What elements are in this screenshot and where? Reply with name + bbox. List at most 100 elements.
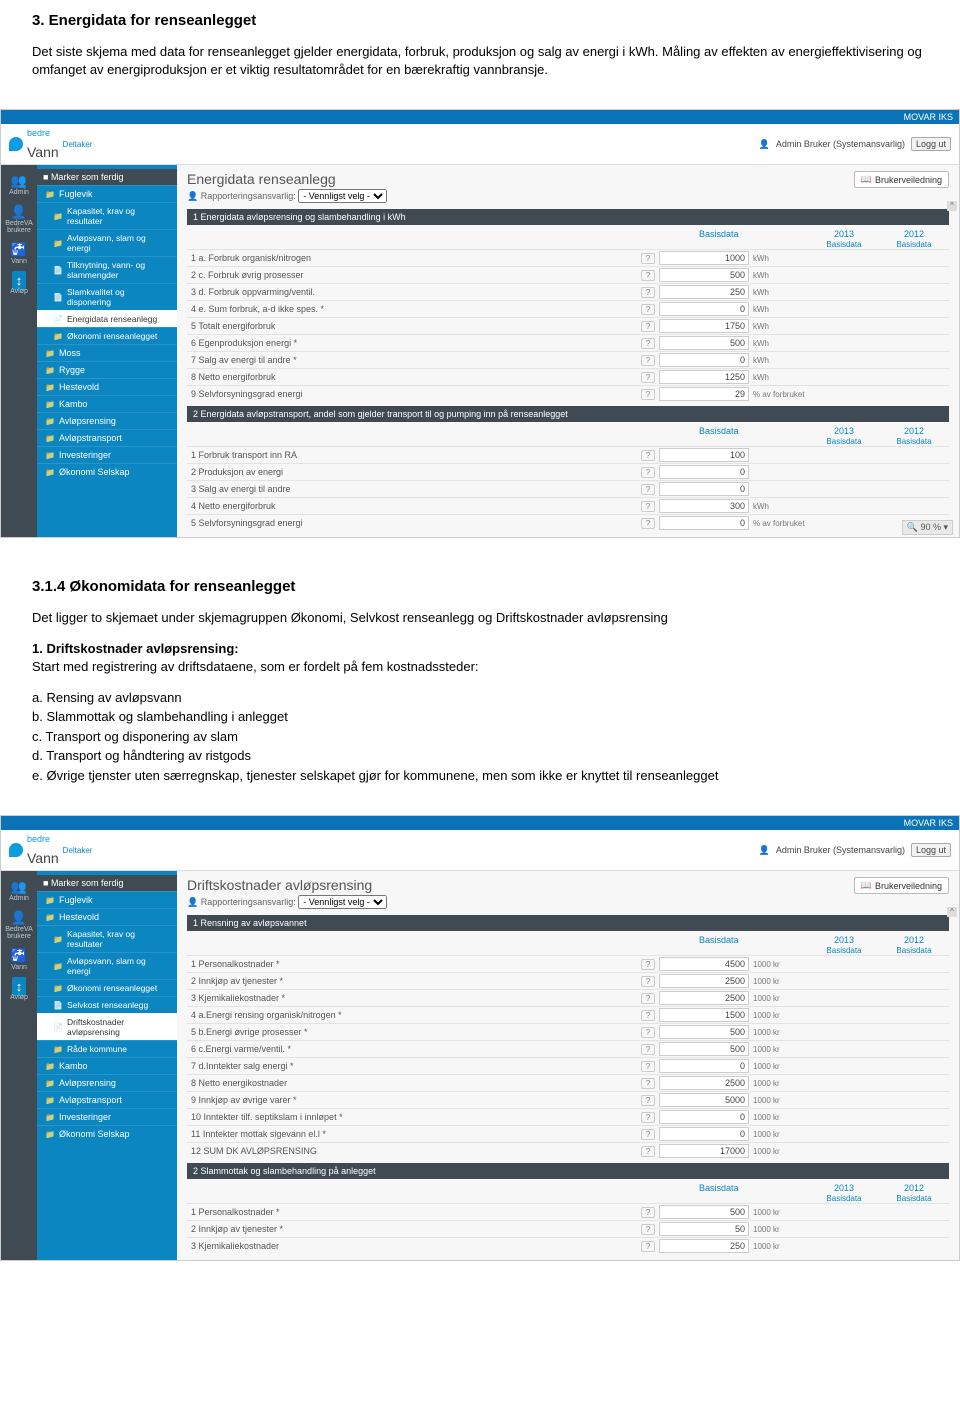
sidebar-item[interactable]: Avløpstransport (37, 429, 177, 446)
sidebar-item[interactable]: Fuglevik (37, 891, 177, 908)
help-icon[interactable]: ? (641, 976, 655, 987)
value-input[interactable]: 2500 (659, 1076, 749, 1090)
sidebar-item[interactable]: Energidata renseanlegg (37, 310, 177, 327)
help-icon[interactable]: ? (641, 1241, 655, 1252)
sidebar-item[interactable]: Avløpstransport (37, 1091, 177, 1108)
sidebar-item[interactable]: Hestevold (37, 908, 177, 925)
help-icon[interactable]: ? (641, 467, 655, 478)
scroll-up-icon[interactable]: ^ (947, 201, 957, 211)
rap-select[interactable]: - Vennligst velg - (298, 189, 387, 203)
help-icon[interactable]: ? (641, 501, 655, 512)
guide-button[interactable]: 📖 Brukerveiledning (854, 171, 949, 188)
nav-mark-done[interactable]: ■ Marker som ferdig (37, 875, 177, 891)
help-icon[interactable]: ? (641, 355, 655, 366)
value-input[interactable]: 2500 (659, 991, 749, 1005)
sidebar-item[interactable]: Slamkvalitet og disponering (37, 283, 177, 310)
logout-button[interactable]: Logg ut (911, 843, 951, 857)
users-icon[interactable]: 👤 (11, 204, 27, 219)
value-input[interactable]: 1750 (659, 319, 749, 333)
value-input[interactable]: 50 (659, 1222, 749, 1236)
help-icon[interactable]: ? (641, 518, 655, 529)
sidebar-item[interactable]: Råde kommune (37, 1040, 177, 1057)
sidebar-item[interactable]: Kapasitet, krav og resultater (37, 925, 177, 952)
help-icon[interactable]: ? (641, 1146, 655, 1157)
sidebar-item[interactable]: Avløpsvann, slam og energi (37, 952, 177, 979)
help-icon[interactable]: ? (641, 450, 655, 461)
value-input[interactable]: 300 (659, 499, 749, 513)
value-input[interactable]: 100 (659, 448, 749, 462)
help-icon[interactable]: ? (641, 1129, 655, 1140)
help-icon[interactable]: ? (641, 1095, 655, 1106)
value-input[interactable]: 0 (659, 302, 749, 316)
help-icon[interactable]: ? (641, 1224, 655, 1235)
tap-icon[interactable]: 🚰 (11, 948, 27, 963)
help-icon[interactable]: ? (641, 1078, 655, 1089)
sidebar-item[interactable]: Hestevold (37, 378, 177, 395)
scroll-up-icon[interactable]: ^ (947, 907, 957, 917)
value-input[interactable]: 500 (659, 1025, 749, 1039)
nav-mark-done[interactable]: ■ Marker som ferdig (37, 169, 177, 185)
help-icon[interactable]: ? (641, 1061, 655, 1072)
sidebar-item[interactable]: Rygge (37, 361, 177, 378)
help-icon[interactable]: ? (641, 1112, 655, 1123)
sidebar-item[interactable]: Avløpsrensing (37, 412, 177, 429)
help-icon[interactable]: ? (641, 484, 655, 495)
value-input[interactable]: 29 (659, 387, 749, 401)
sidebar-item[interactable]: Kambo (37, 395, 177, 412)
value-input[interactable]: 4500 (659, 957, 749, 971)
help-icon[interactable]: ? (641, 304, 655, 315)
value-input[interactable]: 2500 (659, 974, 749, 988)
help-icon[interactable]: ? (641, 389, 655, 400)
value-input[interactable]: 500 (659, 1042, 749, 1056)
sidebar-item[interactable]: Økonomi Selskap (37, 1125, 177, 1142)
logout-button[interactable]: Logg ut (911, 137, 951, 151)
sidebar-item[interactable]: Avløpsrensing (37, 1074, 177, 1091)
help-icon[interactable]: ? (641, 253, 655, 264)
help-icon[interactable]: ? (641, 1010, 655, 1021)
help-icon[interactable]: ? (641, 372, 655, 383)
value-input[interactable]: 500 (659, 336, 749, 350)
sidebar-item[interactable]: Økonomi renseanlegget (37, 327, 177, 344)
sidebar-item[interactable]: Fuglevik (37, 185, 177, 202)
sidebar-item[interactable]: Avløpsvann, slam og energi (37, 229, 177, 256)
sidebar-item[interactable]: Investeringer (37, 446, 177, 463)
sidebar-item[interactable]: Kapasitet, krav og resultater (37, 202, 177, 229)
value-input[interactable]: 250 (659, 285, 749, 299)
help-icon[interactable]: ? (641, 287, 655, 298)
sidebar-item[interactable]: Driftskostnader avløpsrensing (37, 1013, 177, 1040)
help-icon[interactable]: ? (641, 321, 655, 332)
sidebar-item[interactable]: Tilknytning, vann- og slammengder (37, 256, 177, 283)
rap-select[interactable]: - Vennligst velg - (298, 895, 387, 909)
value-input[interactable]: 1000 (659, 251, 749, 265)
value-input[interactable]: 0 (659, 1110, 749, 1124)
help-icon[interactable]: ? (641, 1027, 655, 1038)
help-icon[interactable]: ? (641, 338, 655, 349)
sidebar-item[interactable]: Selvkost renseanlegg (37, 996, 177, 1013)
value-input[interactable]: 250 (659, 1239, 749, 1253)
help-icon[interactable]: ? (641, 1044, 655, 1055)
help-icon[interactable]: ? (641, 1207, 655, 1218)
sidebar-item[interactable]: Moss (37, 344, 177, 361)
value-input[interactable]: 1500 (659, 1008, 749, 1022)
value-input[interactable]: 5000 (659, 1093, 749, 1107)
users-icon[interactable]: 👤 (11, 910, 27, 925)
sidebar-item[interactable]: Økonomi Selskap (37, 463, 177, 480)
value-input[interactable]: 0 (659, 1059, 749, 1073)
help-icon[interactable]: ? (641, 270, 655, 281)
guide-button[interactable]: 📖 Brukerveiledning (854, 877, 949, 894)
value-input[interactable]: 0 (659, 353, 749, 367)
value-input[interactable]: 17000 (659, 1144, 749, 1158)
admin-icon[interactable]: 👥 (11, 173, 27, 188)
value-input[interactable]: 0 (659, 516, 749, 530)
help-icon[interactable]: ? (641, 993, 655, 1004)
sidebar-item[interactable]: Investeringer (37, 1108, 177, 1125)
value-input[interactable]: 500 (659, 268, 749, 282)
tap-icon[interactable]: 🚰 (11, 242, 27, 257)
value-input[interactable]: 0 (659, 465, 749, 479)
help-icon[interactable]: ? (641, 959, 655, 970)
sidebar-item[interactable]: Økonomi renseanlegget (37, 979, 177, 996)
value-input[interactable]: 0 (659, 482, 749, 496)
admin-icon[interactable]: 👥 (11, 879, 27, 894)
value-input[interactable]: 0 (659, 1127, 749, 1141)
value-input[interactable]: 500 (659, 1205, 749, 1219)
